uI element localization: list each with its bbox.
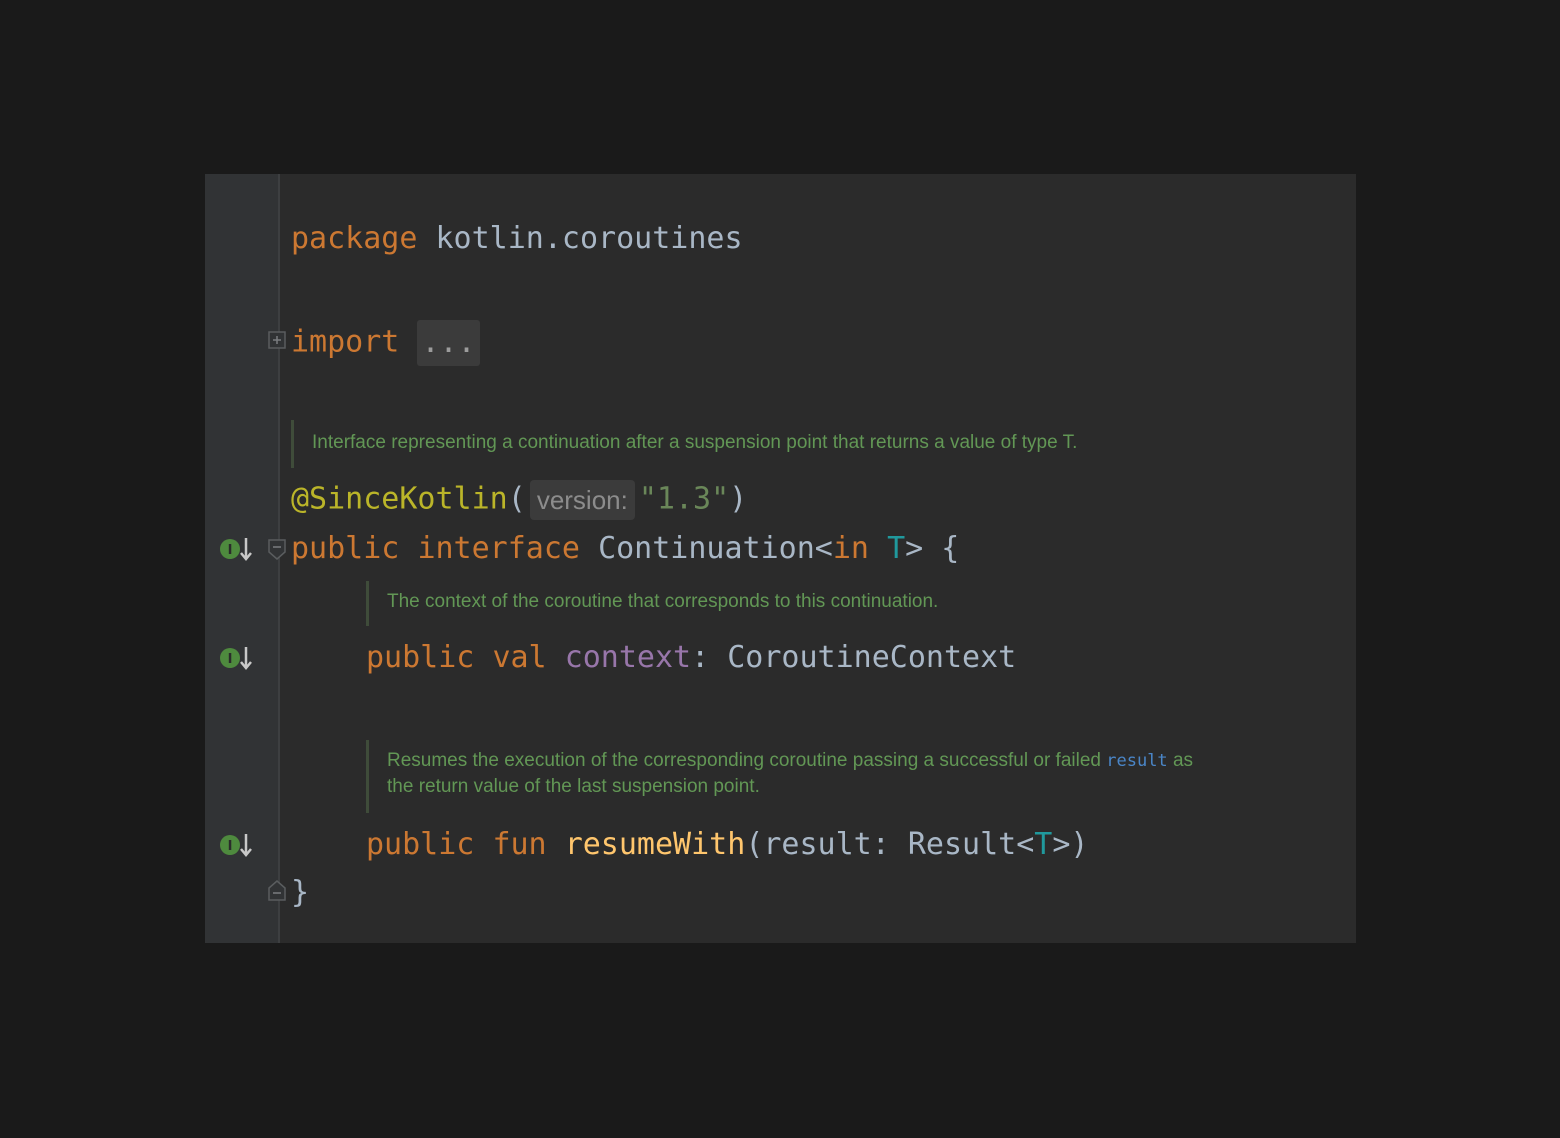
annotation-open-paren: (: [507, 481, 526, 517]
public-keyword: public: [366, 827, 475, 862]
annotation-name: @SinceKotlin: [291, 481, 508, 517]
package-name: kotlin.coroutines: [435, 221, 743, 256]
interface-keyword: interface: [417, 531, 580, 566]
in-keyword: in: [832, 531, 869, 566]
val-keyword: val: [492, 640, 547, 675]
fold-end-icon[interactable]: [268, 880, 286, 902]
svg-text:I: I: [228, 543, 233, 558]
context-doc-comment: The context of the coroutine that corres…: [366, 581, 938, 626]
type-parameter: T: [887, 531, 906, 566]
fold-expand-icon[interactable]: [268, 330, 286, 352]
implemented-icon[interactable]: I: [219, 645, 253, 671]
closing-brace: }: [291, 875, 310, 910]
interface-doc-text: Interface representing a continuation af…: [312, 432, 1078, 453]
public-keyword: public: [366, 640, 475, 675]
closing-brace-line[interactable]: }: [291, 875, 309, 911]
interface-declaration-line[interactable]: public interface Continuation<in T> {: [291, 531, 959, 567]
type-parameter: T: [1034, 827, 1053, 862]
public-keyword: public: [291, 531, 400, 566]
implemented-icon[interactable]: I: [219, 832, 253, 858]
parameter-hint: version:: [529, 480, 635, 520]
resume-doc-text-after: as: [1167, 750, 1194, 771]
annotation-value: "1.3": [638, 481, 730, 517]
resume-doc-code-ref: result: [1106, 751, 1168, 771]
function-name: resumeWith: [564, 827, 746, 862]
function-params: (result: Result<: [745, 827, 1035, 862]
resume-doc-text: Resumes the execution of the correspondi…: [387, 750, 1107, 771]
implemented-icon[interactable]: I: [219, 536, 253, 562]
property-name: context: [564, 640, 692, 675]
import-line[interactable]: import ...: [291, 320, 480, 366]
resume-doc-line2: the return value of the last suspension …: [387, 776, 760, 797]
interface-doc-comment: Interface representing a continuation af…: [291, 420, 1077, 468]
folded-imports[interactable]: ...: [417, 320, 480, 366]
context-doc-text: The context of the coroutine that corres…: [387, 591, 939, 612]
svg-text:I: I: [228, 652, 233, 667]
annotation-line[interactable]: @SinceKotlin(version: "1.3"): [291, 480, 747, 520]
fold-collapse-icon[interactable]: [268, 538, 286, 560]
package-line[interactable]: package kotlin.coroutines: [291, 221, 743, 257]
resume-declaration-line[interactable]: public fun resumeWith(result: Result<T>): [366, 827, 1088, 863]
package-keyword: package: [291, 221, 418, 256]
import-keyword: import: [291, 324, 400, 360]
context-declaration-line[interactable]: public val context: CoroutineContext: [366, 640, 1016, 676]
interface-name: Continuation<: [598, 531, 833, 566]
svg-text:I: I: [228, 839, 233, 854]
function-close: >): [1052, 827, 1089, 862]
annotation-close-paren: ): [729, 481, 748, 517]
resume-doc-comment: Resumes the execution of the correspondi…: [366, 740, 1193, 813]
fun-keyword: fun: [492, 827, 547, 862]
code-editor[interactable]: package kotlin.coroutines import ... Int…: [205, 174, 1356, 943]
property-type: : CoroutineContext: [691, 640, 1017, 675]
interface-open-brace: > {: [905, 531, 960, 566]
